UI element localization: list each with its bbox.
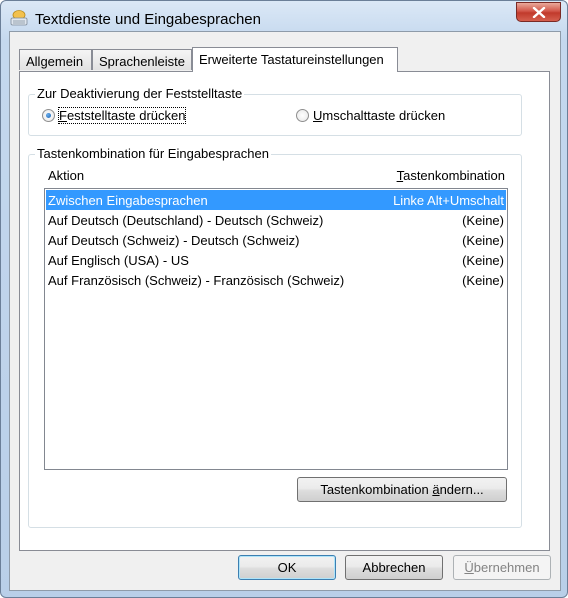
hotkey-list[interactable]: Zwischen Eingabesprachen Linke Alt+Umsch… [44,188,508,470]
column-header-aktion: Aktion [48,168,85,183]
tab-erweiterte-tastatureinstellungen[interactable]: Erweiterte Tastatureinstellungen [192,47,398,72]
tab-sprachenleiste[interactable]: Sprachenleiste [92,49,192,70]
dialog-window: Textdienste und Eingabesprachen Allgemei… [0,0,568,598]
button-label: Tastenkombination [320,482,433,497]
list-cell-action: Auf Deutsch (Deutschland) - Deutsch (Sch… [48,213,324,228]
capslock-group-title: Zur Deaktivierung der Feststelltaste [35,86,245,101]
accelerator-key: U [313,108,323,123]
accelerator-key: F [59,108,67,123]
radio-feststelltaste[interactable]: Feststelltaste drücken [42,107,202,125]
button-label: bernehmen [473,560,540,575]
radio-umschalttaste-label: Umschalttaste drücken [313,108,445,123]
button-label: ndern... [439,482,484,497]
list-cell-key: (Keine) [462,233,504,248]
apply-button[interactable]: Übernehmen [453,555,551,580]
accelerator-key: ä [432,482,440,497]
tab-panel: Zur Deaktivierung der Feststelltaste Fes… [19,71,550,551]
hotkey-groupbox: Tastenkombination für Eingabesprachen Ak… [28,146,522,528]
radio-circle [42,109,55,122]
label-text: eststelltaste drücken [66,108,186,123]
keyboard-icon [10,9,28,27]
capslock-groupbox: Zur Deaktivierung der Feststelltaste Fes… [28,86,522,136]
column-header-tastenkombination: Tastenkombination [397,168,505,183]
list-cell-action: Auf Englisch (USA) - US [48,253,189,268]
tab-label: Allgemein [26,54,84,69]
list-cell-action: Zwischen Eingabesprachen [48,193,208,208]
dialog-client-area: Allgemein Sprachenleiste Erweiterte Tast… [9,31,561,591]
radio-circle [296,109,309,122]
button-label: OK [277,560,297,575]
change-hotkey-button[interactable]: Tastenkombination ändern... [297,477,507,502]
list-cell-key: (Keine) [462,253,504,268]
list-row[interactable]: Zwischen Eingabesprachen Linke Alt+Umsch… [46,190,506,210]
button-label: Abbrechen [362,560,426,575]
list-row[interactable]: Auf Deutsch (Deutschland) - Deutsch (Sch… [46,210,506,230]
list-cell-key: Linke Alt+Umschalt [393,193,504,208]
list-row[interactable]: Auf Deutsch (Schweiz) - Deutsch (Schweiz… [46,230,506,250]
cancel-button[interactable]: Abbrechen [345,555,443,580]
window-title: Textdienste und Eingabesprachen [35,11,261,28]
ok-button[interactable]: OK [238,555,336,580]
list-cell-action: Auf Deutsch (Schweiz) - Deutsch (Schweiz… [48,233,300,248]
list-row[interactable]: Auf Englisch (USA) - US (Keine) [46,250,506,270]
radio-selected-dot [46,113,51,118]
list-cell-key: (Keine) [462,273,504,288]
label-text: mschalttaste drücken [322,108,446,123]
tab-label: Erweiterte Tastatureinstellungen [199,52,384,67]
list-cell-action: Auf Französisch (Schweiz) - Französisch … [48,273,345,288]
radio-feststelltaste-label: Feststelltaste drücken [57,107,187,124]
close-button[interactable] [516,2,561,22]
tab-allgemein[interactable]: Allgemein [19,49,92,70]
list-row[interactable]: Auf Französisch (Schweiz) - Französisch … [46,270,506,290]
accelerator-key: Ü [464,560,474,575]
list-cell-key: (Keine) [462,213,504,228]
radio-umschalttaste[interactable]: Umschalttaste drücken [296,108,466,125]
hotkey-group-title: Tastenkombination für Eingabesprachen [35,146,271,161]
tab-label: Sprachenleiste [99,54,185,69]
label-text: astenkombination [403,168,505,183]
